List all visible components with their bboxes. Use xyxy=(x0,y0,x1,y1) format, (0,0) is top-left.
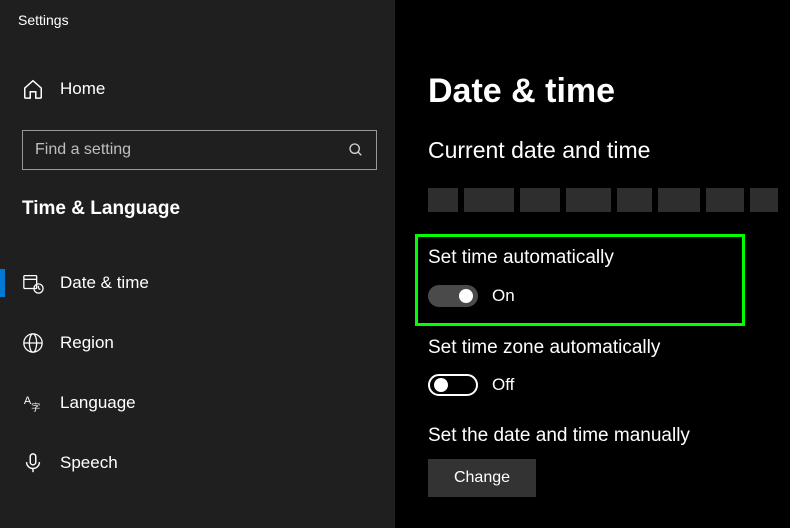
sidebar-item-label: Speech xyxy=(60,453,118,473)
sidebar-item-label: Language xyxy=(60,393,136,413)
set-time-auto-label: Set time automatically xyxy=(428,247,614,269)
home-icon xyxy=(22,78,44,100)
home-button[interactable]: Home xyxy=(22,78,105,100)
search-placeholder: Find a setting xyxy=(35,141,131,159)
search-input[interactable]: Find a setting xyxy=(22,130,377,170)
window-title: Settings xyxy=(18,12,69,28)
microphone-icon xyxy=(22,452,44,474)
sidebar-item-language[interactable]: A字 Language xyxy=(0,385,395,421)
set-zone-auto-state: Off xyxy=(492,375,514,395)
set-zone-auto-toggle[interactable] xyxy=(428,374,478,396)
toggle-knob xyxy=(459,289,473,303)
change-button-label: Change xyxy=(454,469,510,487)
change-button[interactable]: Change xyxy=(428,459,536,497)
set-manual-label: Set the date and time manually xyxy=(428,425,690,447)
home-label: Home xyxy=(60,79,105,99)
sidebar-item-label: Date & time xyxy=(60,273,149,293)
current-datetime-heading: Current date and time xyxy=(428,137,650,164)
selected-indicator xyxy=(0,269,5,297)
sidebar-item-date-time[interactable]: Date & time xyxy=(0,265,395,301)
section-title: Time & Language xyxy=(22,198,180,220)
language-icon: A字 xyxy=(22,392,44,414)
redacted-datetime xyxy=(428,188,778,212)
sidebar-item-label: Region xyxy=(60,333,114,353)
set-zone-auto-label: Set time zone automatically xyxy=(428,337,660,359)
svg-text:字: 字 xyxy=(31,401,40,412)
set-time-auto-state: On xyxy=(492,286,515,306)
sidebar-item-region[interactable]: Region xyxy=(0,325,395,361)
toggle-knob xyxy=(434,378,448,392)
calendar-clock-icon xyxy=(22,272,44,294)
sidebar-item-speech[interactable]: Speech xyxy=(0,445,395,481)
search-icon xyxy=(348,142,364,158)
set-time-auto-toggle[interactable] xyxy=(428,285,478,307)
page-title: Date & time xyxy=(428,72,615,111)
globe-icon xyxy=(22,332,44,354)
